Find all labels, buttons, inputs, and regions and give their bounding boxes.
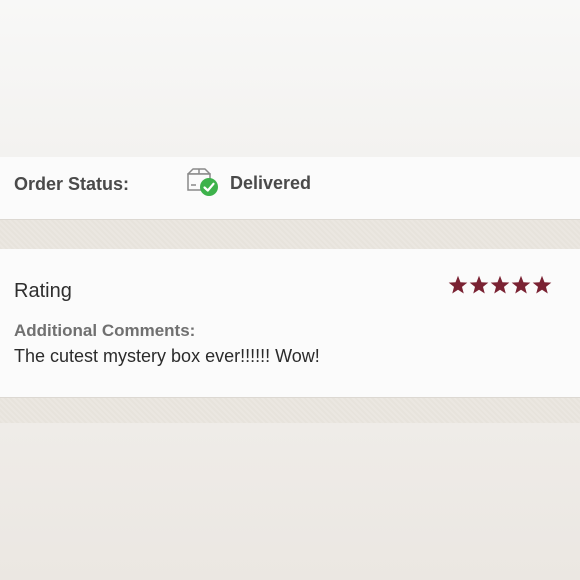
star-filled-icon bbox=[448, 275, 468, 294]
order-status-label: Order Status: bbox=[14, 174, 130, 194]
section-divider bbox=[0, 220, 580, 249]
top-background bbox=[0, 0, 580, 157]
order-status-card: Order Status: Delivered bbox=[0, 157, 580, 220]
box-delivered-check-icon bbox=[185, 167, 221, 199]
rating-label: Rating bbox=[14, 280, 72, 302]
bottom-background bbox=[0, 423, 580, 580]
star-filled-icon bbox=[532, 275, 552, 294]
star-filled-icon bbox=[490, 275, 510, 294]
section-divider bbox=[0, 398, 580, 423]
review-card: Rating Additional Comments: The cutest m… bbox=[0, 249, 580, 398]
comment-text: The cutest mystery box ever!!!!!! Wow! bbox=[14, 346, 320, 366]
order-status-value: Delivered bbox=[230, 173, 312, 193]
star-filled-icon bbox=[511, 275, 531, 294]
rating-stars bbox=[448, 275, 552, 295]
star-filled-icon bbox=[469, 275, 489, 294]
additional-comments-label: Additional Comments: bbox=[14, 321, 196, 340]
